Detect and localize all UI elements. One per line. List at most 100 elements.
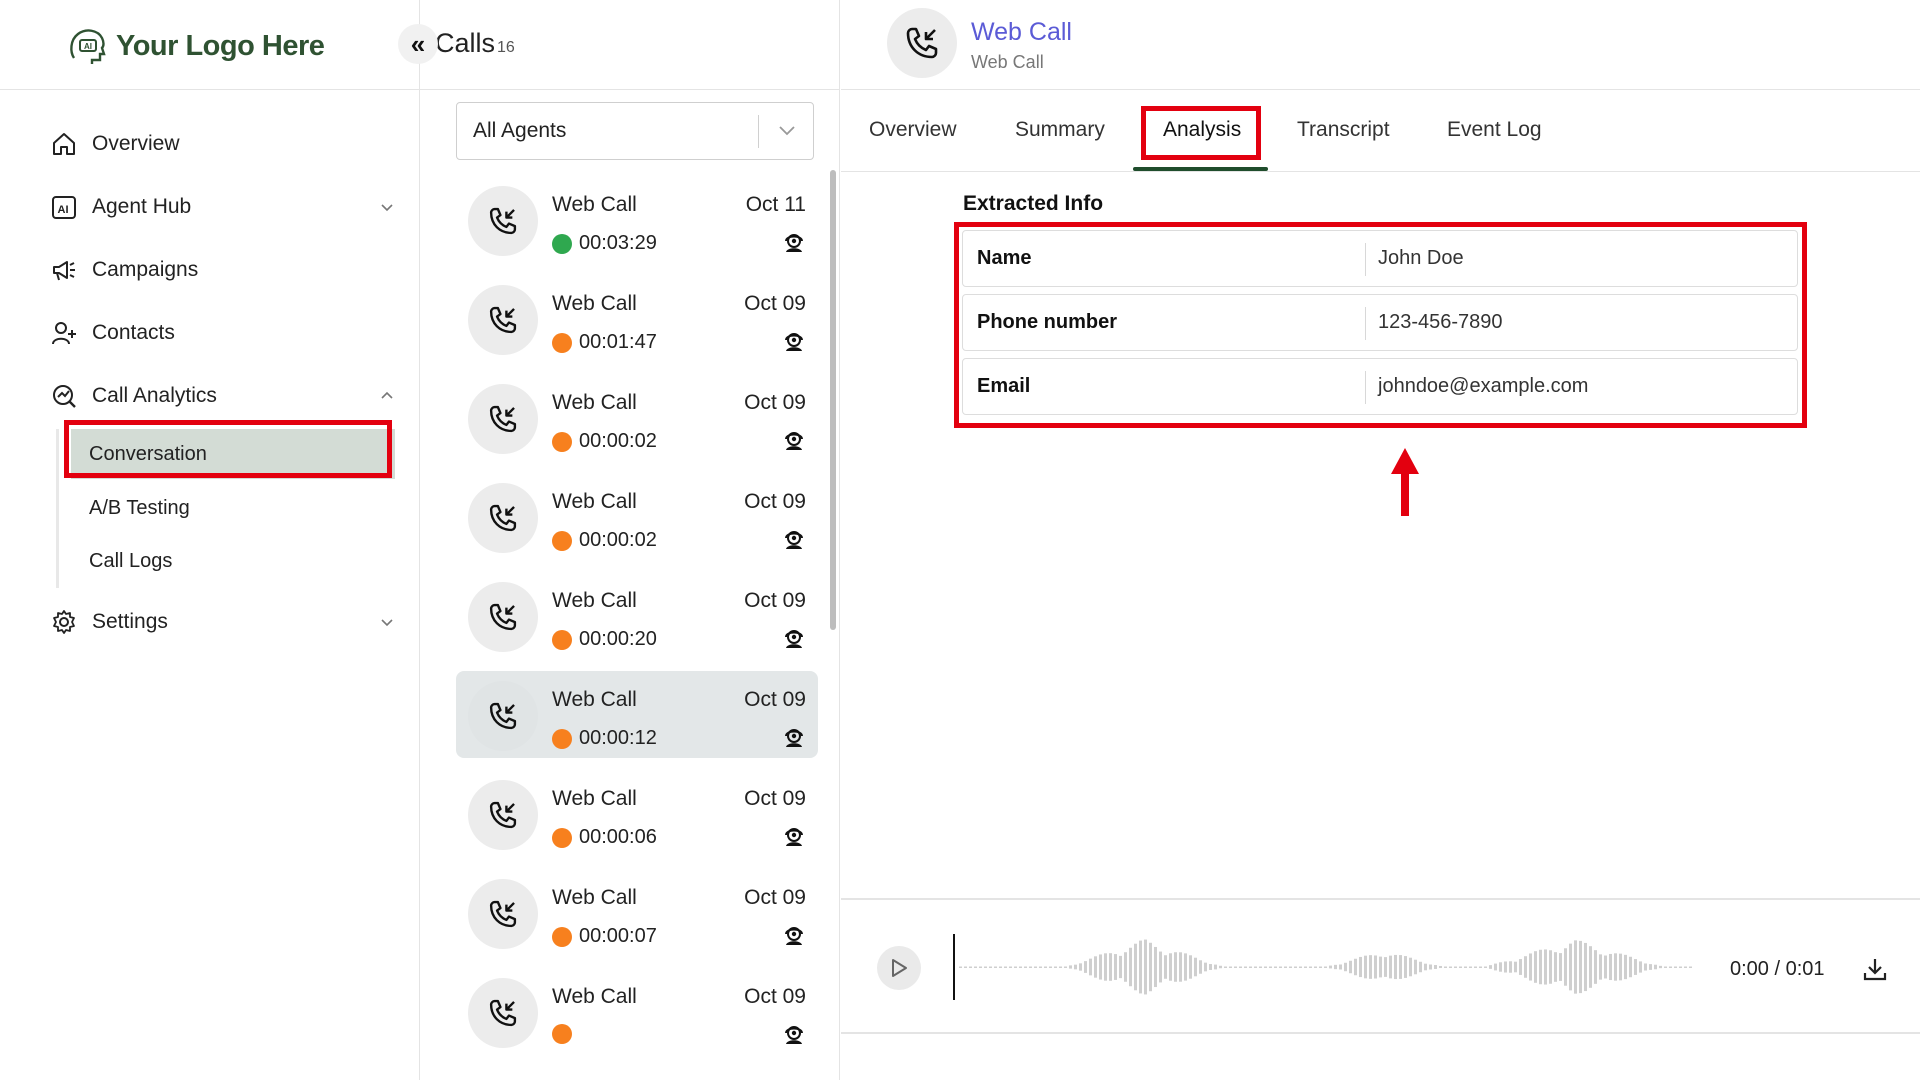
call-list-item[interactable]: Web Call Oct 09 00:01:47 [456, 275, 818, 362]
nav-item-call-analytics[interactable]: Call Analytics [50, 364, 395, 427]
sidebar: AI Your Logo Here Overview AI Agent Hub … [0, 0, 420, 1080]
tab-overview[interactable]: Overview [869, 118, 957, 142]
call-avatar [468, 582, 538, 652]
waveform-bar [1459, 966, 1462, 968]
waveform[interactable] [953, 934, 1693, 1000]
call-list-item[interactable]: Web Call Oct 09 00:00:07 [456, 869, 818, 956]
waveform-bar [1589, 946, 1592, 988]
call-duration: 00:00:02 [552, 529, 657, 552]
waveform-bar [1064, 966, 1067, 968]
waveform-bar [1534, 951, 1537, 983]
call-duration-text: 00:03:29 [579, 232, 657, 254]
waveform-bar [1269, 966, 1272, 968]
calls-count: 16 [497, 39, 515, 56]
waveform-bar [1384, 957, 1387, 977]
call-avatar [468, 978, 538, 1048]
agent-headset-icon [785, 630, 803, 648]
download-icon[interactable] [1862, 956, 1888, 982]
agent-filter-select[interactable]: All Agents [456, 102, 814, 160]
nav-item-overview[interactable]: Overview [50, 112, 395, 175]
call-avatar [468, 285, 538, 355]
nav-label-settings: Settings [92, 609, 168, 633]
waveform-bar [969, 966, 972, 968]
agent-headset-icon [785, 927, 803, 945]
waveform-bar [1224, 966, 1227, 968]
waveform-bar [1089, 958, 1092, 976]
waveform-bar [1359, 956, 1362, 978]
waveform-bar [1184, 953, 1187, 981]
chevron-down-icon [779, 126, 795, 136]
waveform-bar [1144, 939, 1147, 995]
call-list-item[interactable]: Web Call Oct 09 00:00:20 [456, 572, 818, 659]
call-title[interactable]: Web Call [971, 18, 1072, 47]
call-list-item[interactable]: Web Call Oct 09 [456, 968, 818, 1055]
call-list-item[interactable]: Web Call Oct 09 00:00:06 [456, 770, 818, 857]
nav-item-agent-hub[interactable]: AI Agent Hub [50, 175, 395, 238]
collapse-sidebar-button[interactable]: « [398, 24, 438, 64]
waveform-bar [1409, 957, 1412, 977]
waveform-bar [1229, 966, 1232, 968]
call-name: Web Call [552, 985, 637, 1008]
subnav-item-call-logs[interactable]: Call Logs [71, 535, 395, 588]
call-date: Oct 09 [744, 787, 806, 810]
double-chevron-left-icon: « [410, 28, 426, 59]
chevron-down-icon[interactable] [379, 614, 395, 630]
waveform-bar [1264, 966, 1267, 968]
logo-text: Your Logo Here [116, 29, 325, 62]
call-avatar [468, 384, 538, 454]
playhead[interactable] [953, 934, 955, 1000]
waveform-bar [1054, 966, 1057, 968]
waveform-bar [1139, 940, 1142, 994]
nav-item-contacts[interactable]: Contacts [50, 301, 395, 364]
gear-icon [50, 608, 78, 636]
scrollbar[interactable] [830, 170, 836, 630]
waveform-bar [1509, 961, 1512, 973]
waveform-bar [1299, 966, 1302, 968]
waveform-bar [1294, 966, 1297, 968]
nav-item-campaigns[interactable]: Campaigns [50, 238, 395, 301]
call-list-item[interactable]: Web Call Oct 11 00:03:29 [456, 176, 818, 263]
call-name: Web Call [552, 886, 637, 909]
call-list-item[interactable]: Web Call Oct 09 00:00:12 [456, 671, 818, 758]
up-arrow-annotation-icon [1391, 448, 1419, 516]
nav-item-settings[interactable]: Settings [50, 590, 395, 653]
call-duration: 00:03:29 [552, 232, 657, 255]
waveform-bar [1084, 961, 1087, 973]
tab-transcript[interactable]: Transcript [1297, 118, 1390, 142]
sidebar-divider [0, 89, 420, 90]
calls-title-text: Calls [435, 28, 496, 58]
waveform-bar [1679, 966, 1682, 968]
waveform-bar [1214, 964, 1217, 970]
highlight-box-analysis-tab [1141, 106, 1261, 160]
phone-incoming-icon [489, 801, 517, 829]
agent-headset-icon [785, 729, 803, 747]
waveform-bar [979, 966, 982, 968]
call-list-item[interactable]: Web Call Oct 09 00:00:02 [456, 473, 818, 560]
chevron-down-icon[interactable] [379, 199, 395, 215]
call-duration-text: 00:00:12 [579, 727, 657, 749]
call-list-item[interactable]: Web Call Oct 09 00:00:02 [456, 374, 818, 461]
waveform-bar [1369, 955, 1372, 979]
play-button[interactable] [877, 946, 921, 990]
call-duration: 00:00:06 [552, 826, 657, 849]
logo[interactable]: AI Your Logo Here [66, 22, 325, 70]
select-separator [758, 115, 759, 148]
subnav-label-ab-testing: A/B Testing [89, 497, 190, 519]
waveform-bar [1649, 964, 1652, 970]
tab-summary[interactable]: Summary [1015, 118, 1105, 142]
waveform-bar [1034, 966, 1037, 968]
waveform-bar [959, 966, 962, 968]
waveform-bar [1569, 943, 1572, 991]
waveform-bar [1104, 953, 1107, 981]
analytics-icon [50, 382, 78, 410]
waveform-bar [1129, 947, 1132, 987]
chevron-up-icon[interactable] [379, 388, 395, 404]
waveform-bar [1249, 966, 1252, 968]
subnav-item-ab-testing[interactable]: A/B Testing [71, 482, 395, 535]
waveform-bar [1274, 966, 1277, 968]
waveform-bar [1114, 954, 1117, 980]
call-avatar [468, 186, 538, 256]
waveform-bar [1614, 953, 1617, 981]
tab-event-log[interactable]: Event Log [1447, 118, 1542, 142]
waveform-bar [1479, 966, 1482, 968]
